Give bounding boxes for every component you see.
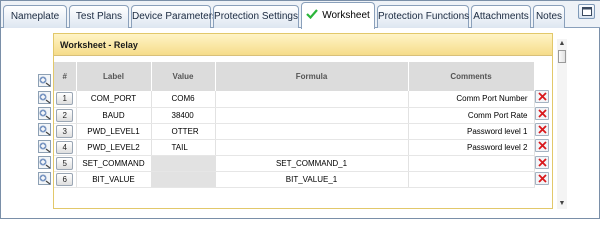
- tab-attachments[interactable]: Attachments: [471, 5, 531, 28]
- column-header-value: Value: [151, 62, 216, 91]
- label-cell[interactable]: BIT_VALUE: [76, 171, 152, 188]
- window-icon: [582, 7, 592, 16]
- scroll-up-arrow[interactable]: ▲: [557, 39, 567, 49]
- worksheet-window: Nameplate Test Plans Device Parameters P…: [0, 0, 600, 219]
- scroll-down-arrow[interactable]: ▼: [557, 199, 567, 209]
- table-row[interactable]: 3 PWD_LEVEL1 OTTER Password level 1: [54, 123, 535, 140]
- tab-label: Nameplate: [10, 11, 60, 22]
- row-number-button[interactable]: 4: [56, 140, 74, 154]
- add-row-icon[interactable]: [38, 156, 51, 169]
- formula-cell[interactable]: BIT_VALUE_1: [215, 171, 409, 188]
- tab-label: Worksheet: [322, 10, 370, 21]
- tab-label: Protection Functions: [378, 11, 470, 22]
- delete-x-icon: [538, 92, 547, 101]
- add-row-icon[interactable]: [38, 123, 51, 136]
- column-header-comments: Comments: [408, 62, 535, 91]
- value-cell[interactable]: TAIL: [151, 139, 216, 156]
- row-number-cell: 2: [54, 107, 77, 124]
- row-number-button[interactable]: 3: [56, 124, 74, 138]
- comments-cell[interactable]: Password level 2: [408, 139, 535, 156]
- worksheet-panel: Worksheet - Relay # Label Value Formula …: [53, 33, 553, 209]
- row-number-button[interactable]: 1: [56, 92, 74, 106]
- tab-label: Test Plans: [75, 11, 123, 22]
- label-cell[interactable]: PWD_LEVEL2: [76, 139, 152, 156]
- column-header-label: Label: [76, 62, 152, 91]
- delete-row-button[interactable]: [535, 90, 549, 103]
- tab-protection-settings[interactable]: Protection Settings: [213, 5, 299, 28]
- add-row-icon[interactable]: [38, 107, 51, 120]
- add-row-icon[interactable]: [38, 172, 51, 185]
- tab-label: Device Parameters: [132, 11, 218, 22]
- vertical-scrollbar[interactable]: ▲ ▼: [557, 39, 567, 209]
- worksheet-content: Worksheet - Relay # Label Value Formula …: [5, 29, 595, 214]
- formula-cell[interactable]: [215, 107, 409, 124]
- check-icon: [306, 9, 319, 19]
- add-row-icon[interactable]: [38, 74, 51, 87]
- delete-row-button[interactable]: [535, 156, 549, 169]
- tab-device-parameters[interactable]: Device Parameters: [131, 5, 217, 28]
- tab-test-plans[interactable]: Test Plans: [69, 5, 129, 28]
- column-header-formula: Formula: [215, 62, 409, 91]
- tab-protection-functions[interactable]: Protection Functions: [377, 5, 469, 28]
- value-cell[interactable]: COM6: [151, 91, 216, 108]
- table-row[interactable]: 5 SET_COMMAND SET_COMMAND_1: [54, 155, 535, 172]
- comments-cell[interactable]: [408, 171, 535, 188]
- delete-row-button[interactable]: [535, 172, 549, 185]
- formula-cell[interactable]: [215, 91, 409, 108]
- panel-title: Worksheet - Relay: [54, 34, 552, 56]
- table-row[interactable]: 6 BIT_VALUE BIT_VALUE_1: [54, 171, 535, 188]
- tab-nameplate[interactable]: Nameplate: [3, 5, 67, 28]
- label-cell[interactable]: SET_COMMAND: [76, 155, 152, 172]
- value-cell[interactable]: [151, 171, 216, 188]
- delete-x-icon: [538, 158, 547, 167]
- delete-x-icon: [538, 174, 547, 183]
- comments-cell[interactable]: Comm Port Number: [408, 91, 535, 108]
- add-row-icon[interactable]: [38, 91, 51, 104]
- tab-notes[interactable]: Notes: [533, 5, 565, 28]
- tab-worksheet[interactable]: Worksheet: [301, 2, 375, 29]
- tab-label: Attachments: [473, 11, 529, 22]
- row-number-cell: 6: [54, 171, 77, 188]
- label-cell[interactable]: PWD_LEVEL1: [76, 123, 152, 140]
- table-header-row: # Label Value Formula Comments: [54, 62, 535, 91]
- delete-x-icon: [538, 109, 547, 118]
- table-row[interactable]: 1 COM_PORT COM6 Comm Port Number: [54, 91, 535, 108]
- value-cell[interactable]: OTTER: [151, 123, 216, 140]
- value-cell[interactable]: [151, 155, 216, 172]
- comments-cell[interactable]: Password level 1: [408, 123, 535, 140]
- add-row-icon[interactable]: [38, 140, 51, 153]
- row-number-cell: 4: [54, 139, 77, 156]
- row-number-cell: 3: [54, 123, 77, 140]
- tab-label: Notes: [535, 11, 563, 22]
- delete-x-icon: [538, 125, 547, 134]
- label-cell[interactable]: BAUD: [76, 107, 152, 124]
- delete-row-button[interactable]: [535, 107, 549, 120]
- row-number-cell: 1: [54, 91, 77, 108]
- formula-cell[interactable]: SET_COMMAND_1: [215, 155, 409, 172]
- row-number-cell: 5: [54, 155, 77, 172]
- delete-row-button[interactable]: [535, 139, 549, 152]
- window-button[interactable]: [578, 4, 595, 19]
- row-number-button[interactable]: 2: [56, 108, 74, 122]
- formula-cell[interactable]: [215, 123, 409, 140]
- table-row[interactable]: 4 PWD_LEVEL2 TAIL Password level 2: [54, 139, 535, 156]
- formula-cell[interactable]: [215, 139, 409, 156]
- row-number-button[interactable]: 5: [56, 156, 74, 170]
- delete-row-button[interactable]: [535, 123, 549, 136]
- comments-cell[interactable]: Comm Port Rate: [408, 107, 535, 124]
- table-row[interactable]: 2 BAUD 38400 Comm Port Rate: [54, 107, 535, 124]
- scroll-thumb[interactable]: [558, 50, 566, 63]
- worksheet-table: # Label Value Formula Comments 1 COM_POR…: [54, 62, 535, 188]
- tab-strip: Nameplate Test Plans Device Parameters P…: [1, 1, 600, 29]
- delete-x-icon: [538, 141, 547, 150]
- label-cell[interactable]: COM_PORT: [76, 91, 152, 108]
- comments-cell[interactable]: [408, 155, 535, 172]
- value-cell[interactable]: 38400: [151, 107, 216, 124]
- tab-label: Protection Settings: [214, 11, 298, 22]
- column-header-number: #: [54, 62, 77, 91]
- row-number-button[interactable]: 6: [56, 172, 74, 186]
